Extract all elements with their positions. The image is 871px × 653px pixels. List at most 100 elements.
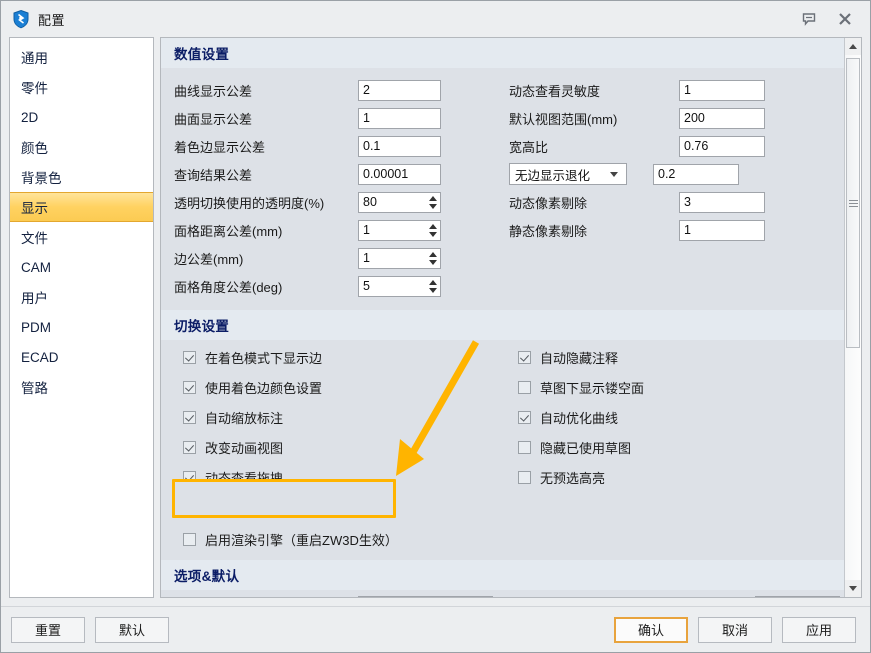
field-label: 面格距离公差(mm) — [174, 223, 283, 239]
checkbox-label: 自动优化曲线 — [540, 410, 619, 426]
checkbox-box-icon[interactable] — [183, 532, 196, 546]
ok-button[interactable]: 确认 — [614, 616, 688, 643]
section-header-numeric: 数值设置 — [161, 38, 844, 68]
initial-window-size-select[interactable]: 最大化 — [358, 595, 493, 597]
numeric-row: 查询结果公差 0.00001 无边显示退化 0.2 — [161, 160, 844, 188]
cancel-button[interactable]: 取消 — [698, 616, 772, 643]
checkbox-hide-used-sketch[interactable]: 隐藏已使用草图 — [496, 432, 844, 462]
query-result-tolerance-input[interactable]: 0.00001 — [358, 163, 441, 185]
sidebar-item-ecad[interactable]: ECAD — [10, 342, 153, 372]
sidebar-item-user[interactable]: 用户 — [10, 282, 153, 312]
dynamic-pixel-cull-input[interactable]: 3 — [679, 191, 765, 213]
scroll-down-arrow-icon[interactable] — [845, 580, 861, 597]
checkbox-box-icon[interactable] — [518, 440, 531, 454]
checkbox-use-shaded-edge-color[interactable]: 使用着色边颜色设置 — [161, 372, 496, 402]
chevron-down-icon — [610, 171, 618, 177]
sidebar-item-background-color[interactable]: 背景色 — [10, 162, 153, 192]
shield-blue-icon — [11, 9, 31, 29]
surface-display-tolerance-input[interactable]: 1 — [358, 107, 441, 129]
category-sidebar[interactable]: 通用 零件 2D 颜色 背景色 显示 文件 CAM 用户 PDM ECAD 管路 — [9, 37, 154, 598]
field-edge-thickness: 边厚度 — [509, 595, 844, 597]
scrollbar-track[interactable] — [845, 55, 861, 580]
checkbox-box-icon[interactable] — [518, 410, 531, 424]
stepper-arrows-icon[interactable] — [425, 221, 440, 240]
sidebar-item-label: PDM — [21, 319, 51, 335]
reset-button[interactable]: 重置 — [11, 616, 85, 643]
field-label: 面格角度公差(deg) — [174, 279, 283, 295]
scroll-up-arrow-icon[interactable] — [845, 38, 861, 55]
checkbox-show-edges-in-shaded-mode[interactable]: 在着色模式下显示边 — [161, 342, 496, 372]
default-button[interactable]: 默认 — [95, 616, 169, 643]
sidebar-item-label: 显示 — [21, 201, 48, 216]
edgeless-display-degeneration-select[interactable]: 无边显示退化 — [509, 163, 627, 185]
field-dynamic-pixel-cull: 动态像素剔除 3 — [509, 191, 844, 213]
checkbox-box-icon[interactable] — [518, 380, 531, 394]
field-label: 曲线显示公差 — [174, 83, 253, 99]
curve-display-tolerance-input[interactable]: 2 — [358, 79, 441, 101]
checkbox-box-icon[interactable] — [183, 380, 196, 394]
field-facet-angle-tolerance: 面格角度公差(deg) 5 — [174, 275, 509, 297]
checkbox-enable-render-engine[interactable]: 启用渲染引擎（重启ZW3D生效） — [161, 522, 496, 556]
numeric-row: 面格角度公差(deg) 5 — [161, 272, 844, 300]
sidebar-item-2d[interactable]: 2D — [10, 102, 153, 132]
scrollbar-grip-icon — [848, 198, 858, 209]
sidebar-item-color[interactable]: 颜色 — [10, 132, 153, 162]
checkbox-label: 草图下显示镂空面 — [540, 380, 645, 396]
checkbox-show-hollow-face-in-sketch[interactable]: 草图下显示镂空面 — [496, 372, 844, 402]
defaults-grid: 初始窗口大小 最大化 边厚度 — [161, 590, 844, 597]
stepper-arrows-icon[interactable] — [425, 277, 440, 296]
stepper-arrows-icon[interactable] — [425, 249, 440, 268]
static-pixel-cull-input[interactable]: 1 — [679, 219, 765, 241]
sidebar-item-file[interactable]: 文件 — [10, 222, 153, 252]
close-x-icon[interactable] — [834, 8, 856, 30]
numeric-settings-grid: 曲线显示公差 2 动态查看灵敏度 1 曲面显示公差 1 默认视图范围(mm) 2… — [161, 68, 844, 300]
sidebar-item-cam[interactable]: CAM — [10, 252, 153, 282]
checkbox-box-icon[interactable] — [183, 440, 196, 454]
toggle-settings-columns: 在着色模式下显示边 使用着色边颜色设置 自动缩放标注 改变动画视图 动态查看拖拽… — [161, 340, 844, 556]
edge-thickness-select[interactable] — [755, 595, 840, 597]
sidebar-item-display[interactable]: 显示 — [10, 192, 153, 222]
scrollbar-thumb[interactable] — [846, 58, 860, 348]
apply-button[interactable]: 应用 — [782, 616, 856, 643]
sidebar-item-pdm[interactable]: PDM — [10, 312, 153, 342]
checkbox-auto-optimize-curve[interactable]: 自动优化曲线 — [496, 402, 844, 432]
title-bar: 配置 — [1, 1, 870, 37]
sidebar-item-label: 颜色 — [21, 141, 48, 156]
sidebar-item-general[interactable]: 通用 — [10, 42, 153, 72]
aspect-ratio-input[interactable]: 0.76 — [679, 135, 765, 157]
edge-tolerance-stepper[interactable]: 1 — [358, 247, 441, 269]
speech-bubble-icon[interactable] — [798, 8, 820, 30]
edgeless-degeneration-value-input[interactable]: 0.2 — [653, 163, 739, 185]
facet-distance-tolerance-stepper[interactable]: 1 — [358, 219, 441, 241]
checkbox-animate-view-change[interactable]: 改变动画视图 — [161, 432, 496, 462]
numeric-row: 着色边显示公差 0.1 宽高比 0.76 — [161, 132, 844, 160]
checkbox-box-icon[interactable] — [183, 350, 196, 364]
default-view-range-input[interactable]: 200 — [679, 107, 765, 129]
checkbox-no-preselect-highlight[interactable]: 无预选高亮 — [496, 462, 844, 492]
transparency-percent-stepper[interactable]: 80 — [358, 191, 441, 213]
field-initial-window-size: 初始窗口大小 最大化 — [174, 595, 509, 597]
checkbox-box-icon[interactable] — [518, 350, 531, 364]
numeric-row: 面格距离公差(mm) 1 静态像素剔除 1 — [161, 216, 844, 244]
field-label: 着色边显示公差 — [174, 139, 266, 155]
checkbox-auto-scale-annotation[interactable]: 自动缩放标注 — [161, 402, 496, 432]
field-label: 动态查看灵敏度 — [509, 83, 601, 99]
sidebar-item-label: 零件 — [21, 81, 48, 96]
vertical-scrollbar[interactable] — [844, 38, 861, 597]
checkbox-box-icon[interactable] — [183, 410, 196, 424]
toggle-column-right: 自动隐藏注释 草图下显示镂空面 自动优化曲线 隐藏已使用草图 无预选高亮 — [496, 342, 844, 556]
field-aspect-ratio: 宽高比 0.76 — [509, 135, 844, 157]
checkbox-box-icon[interactable] — [518, 470, 531, 484]
field-dynamic-view-sensitivity: 动态查看灵敏度 1 — [509, 79, 844, 101]
stepper-value: 80 — [363, 195, 377, 209]
checkbox-label: 无预选高亮 — [540, 470, 606, 486]
dynamic-view-sensitivity-input[interactable]: 1 — [679, 79, 765, 101]
sidebar-item-part[interactable]: 零件 — [10, 72, 153, 102]
facet-angle-tolerance-stepper[interactable]: 5 — [358, 275, 441, 297]
stepper-arrows-icon[interactable] — [425, 193, 440, 212]
sidebar-item-piping[interactable]: 管路 — [10, 372, 153, 402]
checkbox-auto-hide-annotation[interactable]: 自动隐藏注释 — [496, 342, 844, 372]
stepper-value: 1 — [363, 223, 370, 237]
shaded-edge-tolerance-input[interactable]: 0.1 — [358, 135, 441, 157]
